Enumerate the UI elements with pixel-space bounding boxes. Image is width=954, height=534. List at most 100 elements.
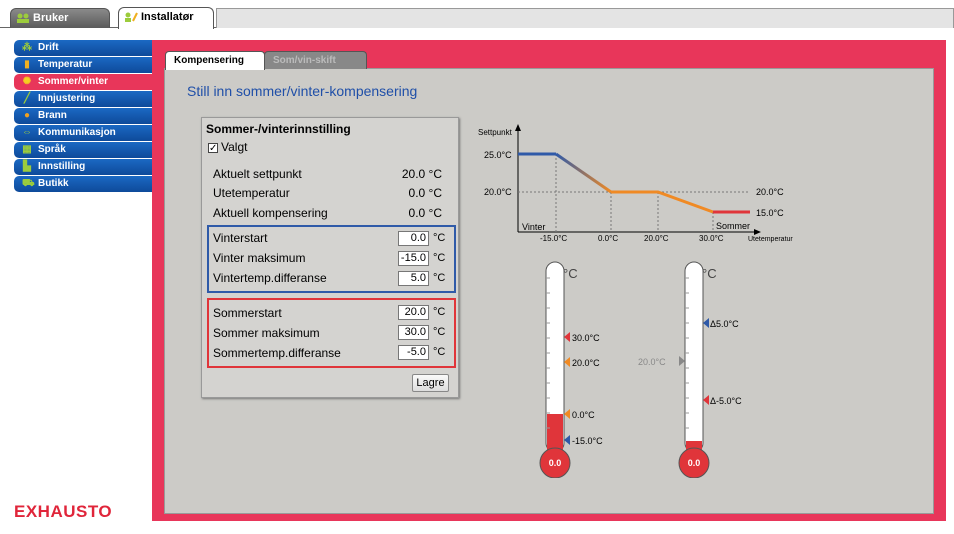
readout-value: 0.0 °C [408,186,442,200]
cart-icon: ⛟ [22,178,35,189]
sidebar-item-label: Brann [38,110,67,121]
thermometer-tube [684,261,704,453]
readout-label: Aktuell kompensering [213,206,328,220]
x-tick-label: 0.0°C [598,234,618,243]
sidebar-item-label: Butikk [38,178,69,189]
users-icon [17,13,29,23]
marker-label: 20.0°C [572,358,600,368]
unit-label: °C [563,266,578,281]
readout-label: Aktuelt settpunkt [213,167,302,181]
field-label: Vinterstart [213,231,268,245]
marker-label: 20.0°C [638,357,666,367]
marker-arrow [564,332,570,342]
vintertemp-differanse-input[interactable]: 5.0 [398,271,429,286]
field-label: Sommertemp.differanse [213,346,341,360]
marker-label: Δ-5.0°C [710,396,742,406]
sun-icon: ✺ [22,76,32,87]
x-tick-label: 30.0°C [699,234,724,243]
marker-arrow [703,318,709,328]
sommerstart-input[interactable]: 20.0 [398,305,429,320]
y-tick-label: 20.0°C [484,187,512,197]
network-icon: ⇔ [22,127,32,138]
sidebar-item-drift[interactable]: ⁂ Drift [14,40,154,56]
sidebar-item-label: Sommer/vinter [38,76,109,87]
marker-label: -15.0°C [572,436,603,446]
tab-kompensering[interactable]: Kompensering [165,51,265,70]
unit-label: °C [433,272,446,284]
save-button[interactable]: Lagre [412,374,449,392]
sliders-icon: ⁂ [22,42,32,53]
settings-title: Sommer-/vinterinnstilling [206,122,351,136]
sidebar-item-innjustering[interactable]: ╱ Innjustering [14,91,154,107]
tab-bar-fill [216,8,954,28]
field-label: Vintertemp.differanse [213,271,327,285]
marker-label: 0.0°C [572,410,595,420]
tab-som-vin-skift[interactable]: Som/vin-skift [264,51,367,69]
unit-label: °C [433,326,446,338]
right-label: 20.0°C [756,187,784,197]
tab-bruker[interactable]: Bruker [10,8,110,28]
valgt-checkbox[interactable]: ✓ Valgt [208,140,247,154]
marker-arrow [564,409,570,419]
sidebar-item-label: Drift [38,42,59,53]
tab-bruker-label: Bruker [33,12,69,24]
y-tick-label: 25.0°C [484,150,512,160]
right-label: 15.0°C [756,208,784,218]
bulb-value: 0.0 [549,458,562,468]
sidebar: ⁂ Drift ▮ Temperatur ✺ Sommer/vinter ╱ Innju… [14,40,154,193]
compensation-graph: Settpunkt Utetemperatur 25.0°C 20.0°C 20… [478,124,793,243]
unit-label: °C [433,306,446,318]
sidebar-item-label: Språk [38,144,66,155]
fire-icon: ● [23,110,31,121]
grid-icon: ▦ [22,144,32,155]
thermometer-icon: ▮ [24,59,30,70]
tab-installator[interactable]: Installatør [118,7,214,29]
marker-label: 30.0°C [572,333,600,343]
vinter-maksimum-input[interactable]: -15.0 [398,251,429,266]
unit-label: °C [433,232,446,244]
winter-group: Vinterstart 0.0 °C Vinter maksimum -15.0… [207,225,456,293]
sidebar-item-temperatur[interactable]: ▮ Temperatur [14,57,154,73]
sidebar-item-kommunikasjon[interactable]: ⇔ Kommunikasjon [14,125,154,141]
sommer-maksimum-input[interactable]: 30.0 [398,325,429,340]
sidebar-item-brann[interactable]: ● Brann [14,108,154,124]
sidebar-item-sommer-vinter[interactable]: ✺ Sommer/vinter [14,74,154,90]
checkbox-label: Valgt [221,140,248,154]
readout-value: 0.0 °C [408,206,442,220]
sidebar-item-label: Innjustering [38,93,96,104]
sidebar-item-innstilling[interactable]: ▙ Innstilling [14,159,154,175]
marker-arrow [564,357,570,367]
checkbox-checked-icon[interactable]: ✓ [208,143,218,154]
page-title: Still inn sommer/vinter-kompensering [187,83,418,99]
sidebar-item-label: Kommunikasjon [38,127,116,138]
tab-installator-label: Installatør [141,11,194,23]
sidebar-item-label: Temperatur [38,59,93,70]
sidebar-item-label: Innstilling [38,161,86,172]
field-label: Vinter maksimum [213,251,306,265]
x-axis-arrow [754,229,761,235]
readout-label: Utetemperatur [213,186,290,200]
marker-label: Δ5.0°C [710,319,739,329]
installer-icon [125,12,138,22]
sidebar-item-sprak[interactable]: ▦ Språk [14,142,154,158]
summer-label: Sommer [716,221,750,231]
winter-ramp-line [555,152,612,194]
field-label: Sommerstart [213,306,282,320]
sommertemp-differanse-input[interactable]: -5.0 [398,345,429,360]
x-tick-label: -15.0°C [540,234,567,243]
field-label: Sommer maksimum [213,326,320,340]
y-axis-label: Settpunkt [478,128,513,137]
sidebar-item-butikk[interactable]: ⛟ Butikk [14,176,154,192]
marker-arrow [564,435,570,445]
x-axis-label: Utetemperatur [748,236,793,243]
unit-label: °C [433,346,446,358]
marker-arrow [703,395,709,405]
y-axis-arrow [515,124,521,131]
readout-value: 20.0 °C [401,167,442,181]
thermometer-absolute: 0.0 °C 30.0°C 20.0°C 0.0°C -15.0°C [539,261,603,478]
winter-label: Vinter [522,222,545,232]
unit-label: °C [433,252,446,264]
exhausto-logo: EXHAUSTO [14,502,113,521]
x-tick-label: 20.0°C [644,234,669,243]
vinterstart-input[interactable]: 0.0 [398,231,429,246]
